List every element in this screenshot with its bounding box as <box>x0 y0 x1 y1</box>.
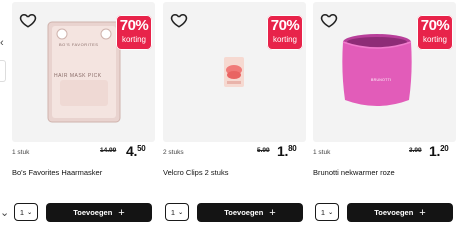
product-image[interactable]: BO'S FAVORITES HAIR MASK PICK 70% kortin… <box>12 2 155 142</box>
old-price: 5.99 <box>257 147 270 154</box>
unit-text: 2 stuks <box>163 149 184 156</box>
chevron-down-icon: ⌄ <box>27 209 33 216</box>
discount-percent: 70% <box>270 17 300 34</box>
chevron-down-icon: ⌄ <box>178 209 184 216</box>
unit-text: 1 stuk <box>12 149 30 156</box>
price-row: 1 stuk 3.99 1.20 <box>313 143 456 160</box>
chevron-left-icon[interactable]: ‹ <box>0 36 8 50</box>
partial-card-edge <box>0 60 6 82</box>
plus-icon: + <box>269 206 276 219</box>
discount-badge: 70% korting <box>417 15 453 50</box>
chevron-down-icon: ⌄ <box>328 209 334 216</box>
quantity-value: 1 <box>320 207 326 217</box>
add-button-label: Toevoegen <box>224 208 264 217</box>
quantity-value: 1 <box>19 207 25 217</box>
price-row: 2 stuks 5.99 1.80 <box>163 143 306 160</box>
discount-label: korting <box>272 35 297 44</box>
product-image[interactable]: 70% korting <box>163 2 306 142</box>
discount-percent: 70% <box>119 17 149 34</box>
discount-badge: 70% korting <box>116 15 152 50</box>
add-button-label: Toevoegen <box>73 208 113 217</box>
chevron-down-icon[interactable]: ⌄ <box>0 206 9 219</box>
neck-warmer-image <box>342 34 412 106</box>
discount-label: korting <box>121 35 146 44</box>
unit-text: 1 stuk <box>313 149 331 156</box>
heart-icon[interactable] <box>19 11 37 29</box>
add-button-label: Toevoegen <box>374 208 414 217</box>
product-name[interactable]: Velcro Clips 2 stuks <box>163 168 228 177</box>
pack-brand-text: BO'S FAVORITES <box>59 42 99 47</box>
product-image[interactable]: BRUNOTTI 70% korting <box>313 2 456 142</box>
old-price: 14.99 <box>100 147 117 154</box>
current-price: 1.80 <box>277 143 297 159</box>
quantity-value: 1 <box>170 207 176 217</box>
discount-percent: 70% <box>420 17 450 34</box>
velcro-clips-image <box>224 57 244 87</box>
pack-title-text: HAIR MASK PICK <box>54 73 102 79</box>
price-row: 1 stuk 14.99 4.50 <box>12 143 155 160</box>
add-to-cart-button[interactable]: Toevoegen + <box>46 203 152 222</box>
heart-icon[interactable] <box>320 11 338 29</box>
plus-icon: + <box>118 206 125 219</box>
product-card[interactable]: BO'S FAVORITES HAIR MASK PICK 70% kortin… <box>12 0 155 240</box>
discount-badge: 70% korting <box>267 15 303 50</box>
current-price: 1.20 <box>429 143 449 159</box>
product-card[interactable]: 70% korting 2 stuks 5.99 1.80 Velcro Cli… <box>163 0 306 240</box>
product-card[interactable]: BRUNOTTI 70% korting 1 stuk 3.99 1.20 Br… <box>313 0 456 240</box>
quantity-select[interactable]: 1 ⌄ <box>315 203 339 221</box>
discount-label: korting <box>422 35 447 44</box>
add-to-cart-button[interactable]: Toevoegen + <box>347 203 453 222</box>
add-to-cart-button[interactable]: Toevoegen + <box>197 203 303 222</box>
plus-icon: + <box>419 206 426 219</box>
current-price: 4.50 <box>126 143 146 159</box>
brand-mark-text: BRUNOTTI <box>371 78 392 82</box>
quantity-select[interactable]: 1 ⌄ <box>14 203 38 221</box>
product-name[interactable]: Brunotti nekwarmer roze <box>313 168 395 177</box>
hair-mask-pack-image <box>47 21 121 123</box>
heart-icon[interactable] <box>170 11 188 29</box>
product-name[interactable]: Bo's Favorites Haarmasker <box>12 168 102 177</box>
quantity-select[interactable]: 1 ⌄ <box>165 203 189 221</box>
old-price: 3.99 <box>409 147 422 154</box>
